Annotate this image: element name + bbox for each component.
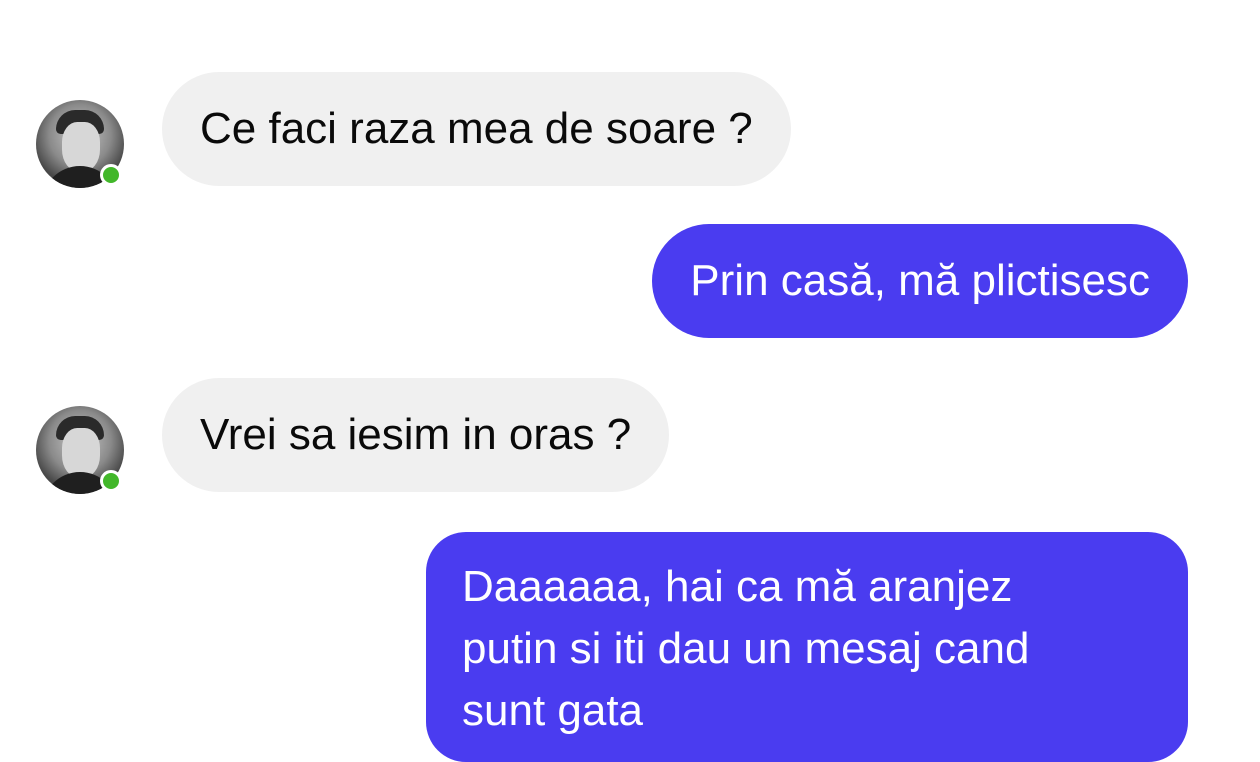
message-text-line: sunt gata xyxy=(462,686,644,735)
message-text-line: putin si iti dau un mesaj cand xyxy=(462,624,1030,673)
message-text: Ce faci raza mea de soare ? xyxy=(200,104,753,153)
online-status-icon xyxy=(100,470,122,492)
online-status-icon xyxy=(100,164,122,186)
message-bubble[interactable]: Vrei sa iesim in oras ? xyxy=(162,378,670,492)
message-bubble[interactable]: Prin casă, mă plictisesc xyxy=(652,224,1188,338)
message-text: Prin casă, mă plictisesc xyxy=(690,256,1150,305)
avatar-face xyxy=(62,428,100,478)
message-thread: Ce faci raza mea de soare ? Prin casă, m… xyxy=(0,0,1260,762)
message-bubble[interactable]: Daaaaaa, hai ca mă aranjez putin si iti … xyxy=(426,532,1188,762)
message-text: Vrei sa iesim in oras ? xyxy=(200,410,632,459)
message-text-line: Daaaaaa, hai ca mă aranjez xyxy=(462,562,1013,611)
message-bubble[interactable]: Ce faci raza mea de soare ? xyxy=(162,72,791,186)
avatar-face xyxy=(62,122,100,172)
